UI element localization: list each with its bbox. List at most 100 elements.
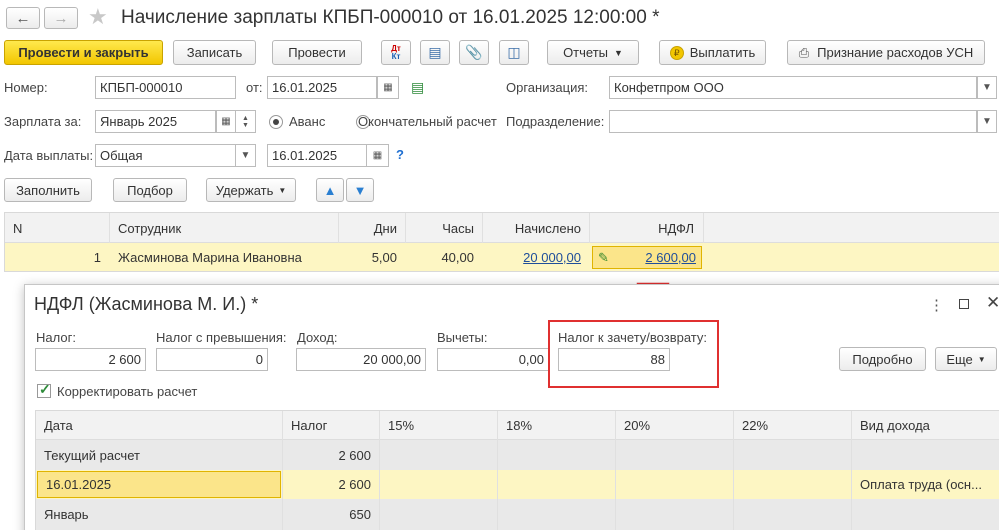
department-dropdown[interactable]: ▼ xyxy=(977,110,997,133)
col-header-date[interactable]: Дата xyxy=(36,411,283,440)
row-tax[interactable]: 2 600 xyxy=(283,470,379,499)
back-button[interactable]: ← xyxy=(6,7,40,29)
correct-calc-checkbox[interactable]: ✓ xyxy=(37,381,51,398)
advance-radio[interactable] xyxy=(269,115,283,129)
col-header-employee[interactable]: Сотрудник xyxy=(110,213,338,243)
col-header-18[interactable]: 18% xyxy=(498,411,615,440)
maximize-icon[interactable] xyxy=(959,299,969,309)
chevron-down-icon: ▼ xyxy=(982,82,992,93)
pencil-icon[interactable]: ✎ xyxy=(598,250,609,266)
structure-button[interactable]: ◫ xyxy=(499,40,529,65)
ndfl-link-text[interactable]: 2 600,00 xyxy=(645,250,696,265)
divider xyxy=(851,411,852,530)
divider xyxy=(497,411,498,530)
favorite-star-icon[interactable]: ★ xyxy=(88,4,108,30)
arrow-right-icon: → xyxy=(53,9,69,27)
col-header-tax[interactable]: Налог xyxy=(283,411,379,440)
pay-date-calendar-button[interactable]: ▦ xyxy=(367,144,389,167)
comment-icon[interactable]: ▤ xyxy=(411,79,424,96)
accrued-link-text[interactable]: 20 000,00 xyxy=(523,250,581,265)
col-header-20[interactable]: 20% xyxy=(616,411,733,440)
number-field[interactable]: КПБП-000010 xyxy=(95,76,236,99)
more-vert-icon[interactable]: ⋮ xyxy=(929,296,944,314)
paperclip-icon: 📎 xyxy=(465,44,483,60)
save-button[interactable]: Записать xyxy=(173,40,256,65)
post-button[interactable]: Провести xyxy=(272,40,362,65)
row-ndfl-cell[interactable]: ✎ 2 600,00 xyxy=(592,246,702,269)
row-tax: 2 600 xyxy=(338,447,371,463)
printer-icon: ⎙ xyxy=(798,44,810,60)
col-header-15[interactable]: 15% xyxy=(380,411,497,440)
row-date: Январь xyxy=(44,507,89,522)
col-header-n[interactable]: N xyxy=(5,213,109,243)
number-label: Номер: xyxy=(4,80,48,95)
select-button[interactable]: Подбор xyxy=(113,178,187,202)
chevron-down-icon: ▼ xyxy=(614,47,623,58)
reports-label: Отчеты xyxy=(563,45,608,60)
chevron-down-icon: ▼ xyxy=(278,185,287,195)
organization-label: Организация: xyxy=(506,80,589,95)
correct-calc-label: Корректировать расчет xyxy=(57,384,198,399)
row-accrued-link[interactable]: 20 000,00 xyxy=(483,243,589,271)
close-icon[interactable]: ✕ xyxy=(986,293,999,313)
document-list-icon: ▤ xyxy=(428,44,442,60)
post-and-close-button[interactable]: Провести и закрыть xyxy=(4,40,163,65)
withhold-button[interactable]: Удержать ▼ xyxy=(206,178,296,202)
organization-dropdown[interactable]: ▼ xyxy=(977,76,997,99)
period-spinner[interactable]: ▲ ▼ xyxy=(236,110,256,133)
excess-tax-field[interactable]: 0 xyxy=(156,348,268,371)
more-button[interactable]: Еще ▼ xyxy=(935,347,997,371)
period-calendar-button[interactable]: ▦ xyxy=(216,110,236,133)
withhold-label: Удержать xyxy=(215,182,274,198)
pay-type-field[interactable]: Общая xyxy=(95,144,236,167)
arrow-up-icon: ▲ xyxy=(323,182,337,198)
dt-kt-button[interactable]: Дт Кт xyxy=(381,40,411,65)
fill-button[interactable]: Заполнить xyxy=(4,178,92,202)
income-field[interactable]: 20 000,00 xyxy=(296,348,426,371)
forward-button[interactable]: → xyxy=(44,7,78,29)
final-calc-label: Окончательный расчет xyxy=(358,114,497,129)
pay-date-label: Дата выплаты: xyxy=(4,148,94,163)
document-list-button[interactable]: ▤ xyxy=(420,40,450,65)
department-field[interactable] xyxy=(609,110,977,133)
row-income-type[interactable]: Оплата труда (осн... xyxy=(852,470,999,499)
details-button[interactable]: Подробно xyxy=(839,347,926,371)
checkmark-icon: ✓ xyxy=(39,381,51,397)
pay-button[interactable]: ₽ Выплатить xyxy=(659,40,766,65)
move-up-button[interactable]: ▲ xyxy=(316,178,344,202)
divider xyxy=(733,411,734,530)
row-hours[interactable]: 40,00 xyxy=(406,243,482,271)
row-days[interactable]: 5,00 xyxy=(339,243,405,271)
col-header-hours[interactable]: Часы xyxy=(406,213,482,243)
col-header-22[interactable]: 22% xyxy=(734,411,851,440)
spin-up-icon: ▲ xyxy=(242,114,249,122)
move-down-button[interactable]: ▼ xyxy=(346,178,374,202)
date-calendar-button[interactable]: ▦ xyxy=(377,76,399,99)
usn-label: Признание расходов УСН xyxy=(817,45,974,60)
window-title: Начисление зарплаты КПБП-000010 от 16.01… xyxy=(121,7,660,28)
help-icon[interactable]: ? xyxy=(396,147,404,162)
deductions-field[interactable]: 0,00 xyxy=(437,348,549,371)
reports-button[interactable]: Отчеты ▼ xyxy=(547,40,639,65)
pay-date-field[interactable]: 16.01.2025 xyxy=(267,144,367,167)
salary-period-field[interactable]: Январь 2025 xyxy=(95,110,216,133)
attach-button[interactable]: 📎 xyxy=(459,40,489,65)
spin-down-icon: ▼ xyxy=(242,121,249,129)
col-header-income-type[interactable]: Вид дохода xyxy=(852,411,999,440)
row-date-selected[interactable]: 16.01.2025 xyxy=(37,471,281,498)
calendar-icon: ▦ xyxy=(372,150,383,161)
tax-credit-field[interactable]: 88 xyxy=(558,348,670,371)
tax-label: Налог: xyxy=(36,330,76,345)
organization-field[interactable]: Конфетпром ООО xyxy=(609,76,977,99)
row-employee[interactable]: Жасминова Марина Ивановна xyxy=(110,243,338,271)
date-field[interactable]: 16.01.2025 xyxy=(267,76,377,99)
chevron-down-icon: ▼ xyxy=(982,116,992,127)
pay-type-dropdown[interactable]: ▼ xyxy=(236,144,256,167)
tax-field[interactable]: 2 600 xyxy=(35,348,146,371)
usn-expenses-button[interactable]: ⎙ Признание расходов УСН xyxy=(787,40,985,65)
tax-credit-label: Налог к зачету/возврату: xyxy=(558,330,708,345)
col-header-ndfl[interactable]: НДФЛ xyxy=(590,213,702,243)
chevron-down-icon: ▼ xyxy=(240,150,251,161)
col-header-accrued[interactable]: Начислено xyxy=(483,213,589,243)
col-header-days[interactable]: Дни xyxy=(339,213,405,243)
